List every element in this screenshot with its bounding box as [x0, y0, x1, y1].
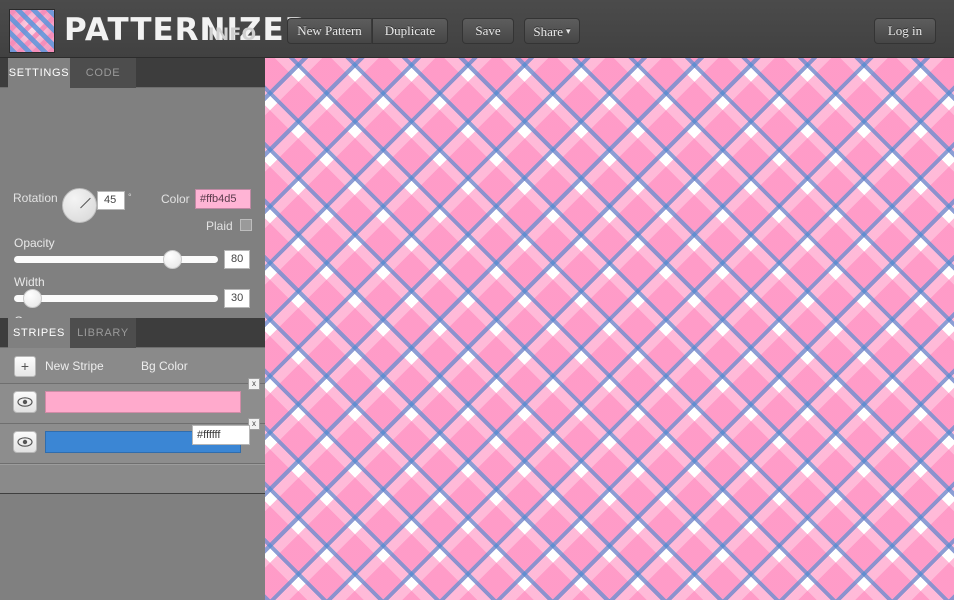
save-button[interactable]: Save: [462, 18, 514, 44]
stripe-color-swatch[interactable]: [45, 391, 241, 413]
stripes-toolbar: + New Stripe Bg Color: [0, 348, 265, 384]
tab-settings[interactable]: SETTINGS: [8, 58, 70, 88]
new-stripe-label[interactable]: New Stripe: [45, 359, 104, 373]
eye-icon-glyph: [17, 437, 33, 447]
color-label: Color: [161, 192, 190, 206]
pattern-preview[interactable]: [265, 58, 954, 600]
stripes-empty-area: [0, 464, 265, 494]
app-header: PATTERNIZER INFO New Pattern Duplicate S…: [0, 0, 954, 58]
table-row[interactable]: x: [0, 378, 265, 424]
slider-width-track[interactable]: [14, 295, 218, 302]
rotation-input[interactable]: 45: [97, 191, 125, 210]
eye-icon-glyph: [17, 397, 33, 407]
color-input[interactable]: #ffb4d5: [195, 189, 251, 209]
info-link[interactable]: INFO: [208, 25, 257, 45]
tab-stripes[interactable]: STRIPES: [8, 318, 70, 348]
slider-width-label: Width: [14, 275, 45, 289]
sidebar: SETTINGS CODE Rotation 45 ° Color #ffb4d…: [0, 58, 265, 600]
degree-symbol: °: [128, 192, 132, 202]
bg-color-label: Bg Color: [141, 359, 188, 373]
tab-library[interactable]: LIBRARY: [70, 318, 136, 348]
share-button-label: Share: [533, 24, 564, 39]
slider-width-value[interactable]: 30: [224, 289, 250, 308]
slider-opacity-knob[interactable]: [163, 250, 182, 269]
rotation-dial[interactable]: [62, 188, 97, 223]
app-logo-text: PATTERNIZER: [64, 12, 310, 48]
stripes-panel: + New Stripe Bg Color x x: [0, 348, 265, 494]
slider-opacity-label: Opacity: [14, 236, 55, 250]
plaid-label: Plaid: [206, 219, 233, 233]
duplicate-button[interactable]: Duplicate: [372, 18, 448, 44]
stripes-tabbar: STRIPES LIBRARY: [0, 318, 265, 348]
settings-tabbar: SETTINGS CODE: [0, 58, 265, 88]
slider-opacity-value[interactable]: 80: [224, 250, 250, 269]
plaid-checkbox[interactable]: [240, 219, 252, 231]
eye-icon[interactable]: [13, 391, 37, 413]
pattern-swatch-icon[interactable]: [9, 9, 55, 53]
settings-panel: Rotation 45 ° Color #ffb4d5 Plaid Opacit…: [0, 88, 265, 386]
share-button[interactable]: Share ▾: [524, 18, 580, 44]
delete-stripe-button[interactable]: x: [248, 378, 260, 390]
bg-color-input[interactable]: #ffffff: [192, 425, 250, 445]
new-pattern-button[interactable]: New Pattern: [287, 18, 372, 44]
chevron-down-icon: ▾: [566, 26, 571, 36]
rotation-dial-needle: [80, 197, 91, 209]
eye-icon[interactable]: [13, 431, 37, 453]
tab-code[interactable]: CODE: [70, 58, 136, 88]
login-button[interactable]: Log in: [874, 18, 936, 44]
add-stripe-button[interactable]: +: [14, 356, 36, 377]
slider-opacity-track[interactable]: [14, 256, 218, 263]
rotation-label: Rotation: [13, 191, 58, 205]
slider-width-knob[interactable]: [23, 289, 42, 308]
